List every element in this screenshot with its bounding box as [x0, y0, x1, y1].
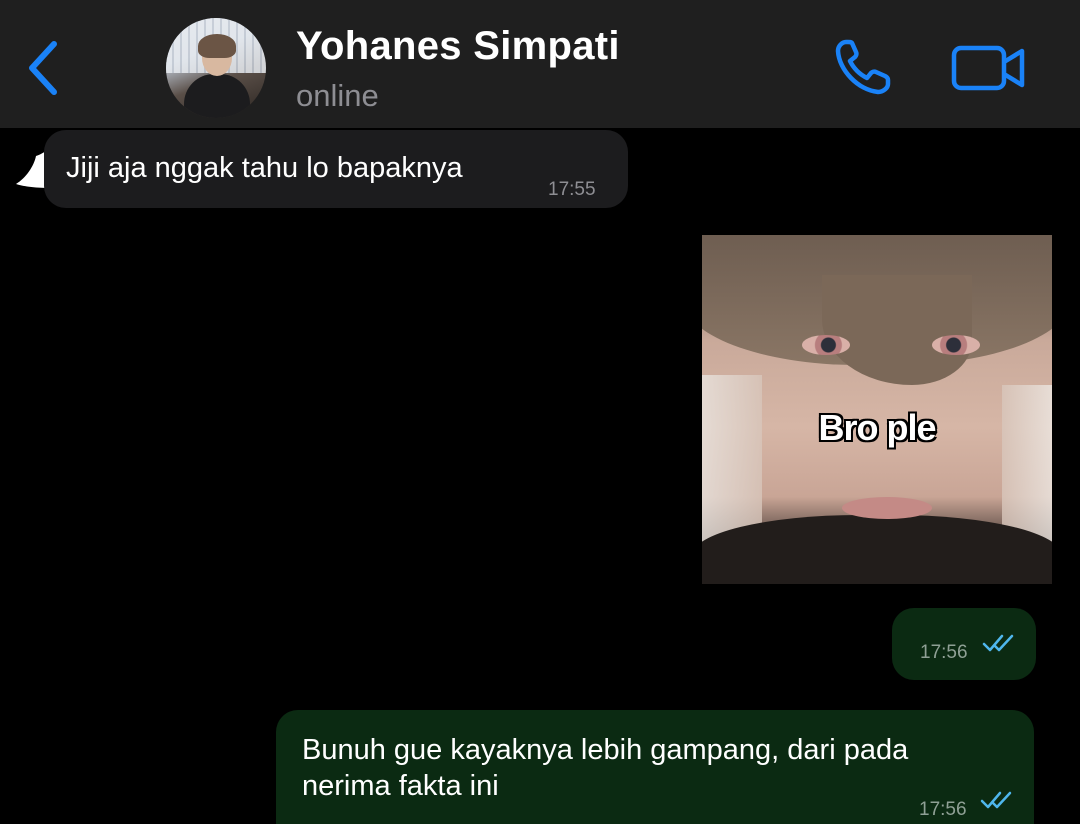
video-call-button[interactable] [950, 40, 1028, 96]
phone-icon [835, 39, 891, 95]
read-ticks-icon [980, 791, 1012, 809]
avatar[interactable] [166, 18, 266, 118]
message-text-line-2: nerima fakta ini [302, 770, 499, 802]
chevron-left-icon [29, 41, 57, 95]
message-time: 17:55 [548, 179, 596, 200]
call-button[interactable] [832, 36, 896, 98]
message-time: 17:56 [919, 799, 967, 820]
image-message[interactable]: Bro ple [702, 235, 1052, 584]
chat-header: Yohanes Simpati online [0, 0, 1080, 128]
image-caption: Bro ple [818, 407, 936, 448]
back-button[interactable] [20, 36, 68, 100]
image-meta-bubble[interactable]: 17:56 [892, 608, 1036, 680]
message-incoming[interactable]: Jiji aja nggak tahu lo bapaknya 17:55 [44, 130, 628, 208]
read-ticks-icon [982, 634, 1014, 652]
contact-status: online [296, 78, 379, 113]
contact-name[interactable]: Yohanes Simpati [296, 24, 620, 69]
message-text: Jiji aja nggak tahu lo bapaknya [66, 152, 463, 184]
chat-screen: Yohanes Simpati online Jiji aja nggak ta… [0, 0, 1080, 824]
video-camera-icon [951, 45, 1025, 91]
message-text-line-1: Bunuh gue kayaknya lebih gampang, dari p… [302, 734, 909, 766]
message-outgoing[interactable]: Bunuh gue kayaknya lebih gampang, dari p… [276, 710, 1034, 824]
message-time: 17:56 [920, 642, 968, 663]
